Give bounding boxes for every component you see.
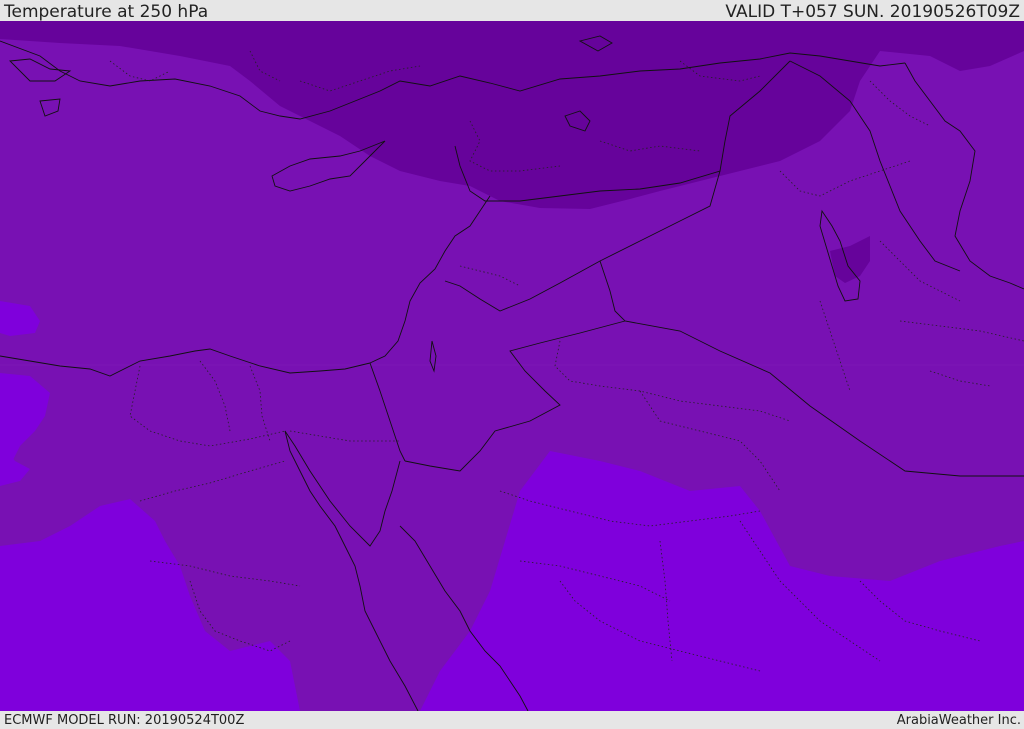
valid-time: VALID T+057 SUN. 20190526T09Z [725,2,1020,22]
map-title: Temperature at 250 hPa [4,2,209,22]
model-run-label: ECMWF MODEL RUN: 20190524T00Z [4,713,245,728]
footer-bar: ECMWF MODEL RUN: 20190524T00Z ArabiaWeat… [0,711,1024,729]
header-bar: Temperature at 250 hPa VALID T+057 SUN. … [0,0,1024,22]
map-canvas [0,21,1024,711]
weather-map[interactable] [0,21,1024,711]
brand-label: ArabiaWeather Inc. [896,713,1021,728]
